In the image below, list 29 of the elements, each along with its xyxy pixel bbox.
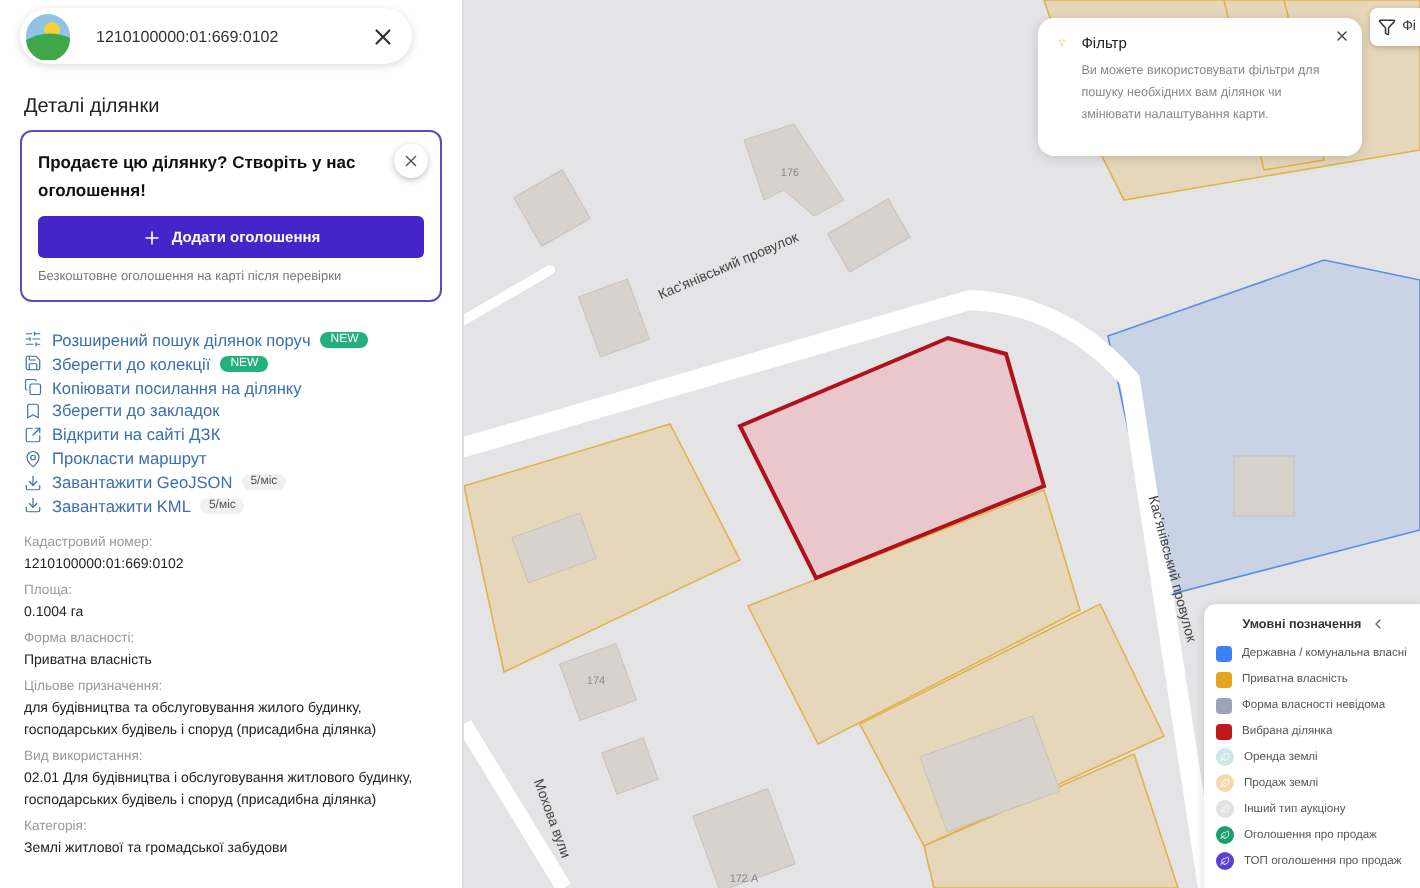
action-link[interactable]: Прокласти маршрут [52, 448, 207, 469]
download-icon [24, 496, 42, 515]
close-icon [1334, 28, 1350, 44]
close-button[interactable] [1334, 28, 1350, 44]
action-link[interactable]: Зберегти до колекції [52, 353, 211, 374]
building [1233, 455, 1295, 517]
action-link[interactable]: Копіювати посилання на ділянку [52, 377, 302, 398]
sliders-icon [24, 330, 42, 349]
plus-icon [141, 227, 162, 247]
bookmark-icon [24, 401, 42, 420]
action-link[interactable]: Зберегти до закладок [52, 400, 220, 421]
filter-icon [1378, 18, 1397, 36]
panel-title: Деталі ділянки [24, 96, 162, 118]
map-pin-icon [24, 449, 42, 468]
download-icon [24, 473, 42, 492]
action-link[interactable]: Завантажити GeoJSON [52, 472, 233, 493]
filter-icon [1058, 34, 1066, 52]
copy-icon [24, 378, 42, 397]
building [743, 123, 845, 217]
external-link-icon [24, 425, 42, 444]
logo-icon [24, 12, 72, 60]
action-link[interactable]: Відкрити на сайті ДЗК [52, 424, 221, 445]
promo-title: Продаєте цю ділянку? Створіть у нас оголошення! [38, 150, 358, 204]
close-icon [402, 152, 420, 170]
search-field[interactable]: 1210100000:01:669:0102 [92, 25, 350, 47]
action-link[interactable]: Завантажити KML [52, 495, 191, 516]
selected-parcel[interactable] [737, 335, 1047, 581]
action-link[interactable]: Розширений пошук ділянок поруч [52, 329, 311, 350]
close-icon[interactable] [370, 23, 396, 49]
